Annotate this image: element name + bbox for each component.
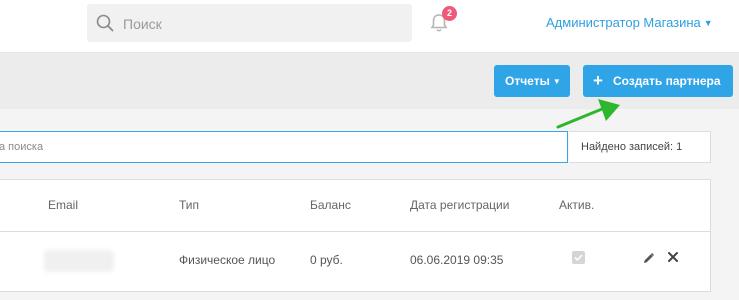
column-registration-date[interactable]: Дата регистрации <box>410 198 509 212</box>
filter-input[interactable] <box>0 139 539 155</box>
column-balance[interactable]: Баланс <box>310 198 351 212</box>
search-box[interactable] <box>87 4 412 42</box>
column-email[interactable]: Email <box>48 198 78 212</box>
found-records: Найдено записей: 1 <box>569 131 711 163</box>
close-icon[interactable] <box>667 251 679 263</box>
email-cell <box>44 250 114 272</box>
check-icon <box>574 254 583 262</box>
user-menu[interactable]: Администратор Магазина ▼ <box>546 15 713 30</box>
partners-table: Email Тип Баланс Дата регистрации Актив.… <box>0 179 711 292</box>
column-active[interactable]: Актив. <box>559 198 594 212</box>
caret-down-icon: ▼ <box>552 77 561 86</box>
reports-button[interactable]: Отчеты ▼ <box>494 65 570 97</box>
chevron-down-icon: ▼ <box>703 18 713 28</box>
create-partner-button[interactable]: + Создать партнера <box>583 65 733 97</box>
reports-label: Отчеты <box>505 74 550 88</box>
user-name: Администратор Магазина <box>546 15 701 30</box>
notification-badge: 2 <box>442 6 457 21</box>
plus-icon: + <box>593 71 603 90</box>
table-row[interactable]: Физическое лицо 0 руб. 06.06.2019 09:35 <box>0 232 710 291</box>
balance-cell: 0 руб. <box>310 253 343 267</box>
create-partner-label: Создать партнера <box>612 74 721 88</box>
pencil-icon[interactable] <box>642 252 655 265</box>
filter-box[interactable] <box>0 131 568 163</box>
column-type[interactable]: Тип <box>179 198 199 212</box>
active-checkbox[interactable] <box>572 251 585 264</box>
type-cell: Физическое лицо <box>179 253 276 267</box>
top-header: 2 Администратор Магазина▼ <box>0 0 739 53</box>
annotation-arrow-icon <box>556 99 620 129</box>
search-input[interactable] <box>121 13 395 35</box>
search-icon <box>96 14 114 32</box>
table-header: Email Тип Баланс Дата регистрации Актив. <box>0 180 710 232</box>
registration-date-cell: 06.06.2019 09:35 <box>410 253 504 267</box>
